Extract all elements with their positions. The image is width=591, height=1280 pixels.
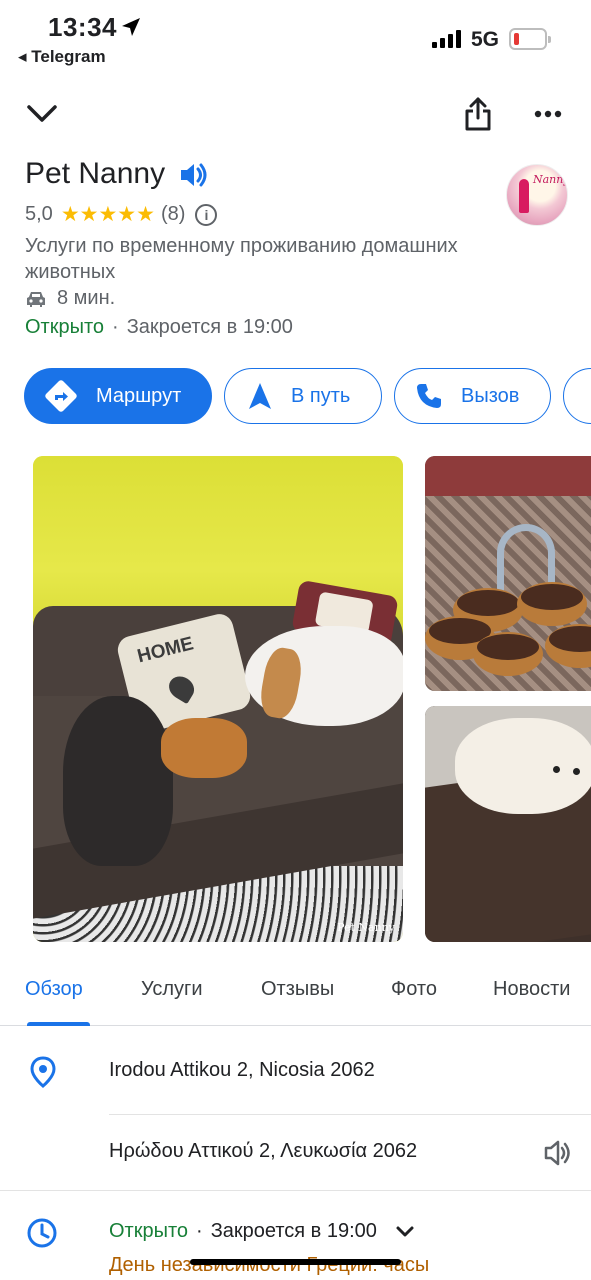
hours-summary[interactable]: Открыто · Закроется в 19:00	[25, 316, 293, 339]
home-indicator	[190, 1259, 401, 1265]
speaker-icon[interactable]	[543, 1139, 573, 1167]
dark-dog	[63, 696, 173, 866]
place-title: Pet Nanny	[25, 157, 166, 190]
review-count: (8)	[160, 203, 186, 225]
call-button[interactable]: Вызов	[394, 368, 551, 424]
directions-icon	[45, 380, 77, 412]
closing-time: Закроется в 19:00	[210, 1220, 377, 1242]
rating-row[interactable]: 5,0 ★★★★★ (8) i	[25, 202, 218, 227]
holiday-hours-notice: День независимости Греции: часы	[109, 1254, 430, 1276]
chevron-down-icon[interactable]	[395, 1225, 415, 1239]
address-greek[interactable]: Ηρώδου Αττικού 2, Λευκωσία 2062	[109, 1140, 417, 1163]
rating-value: 5,0	[25, 203, 53, 225]
drive-time-row: 8 мин.	[25, 287, 115, 310]
tab-photos[interactable]: Фото	[391, 978, 437, 1001]
battery-icon	[509, 28, 551, 50]
status-time: 13:34	[48, 12, 117, 42]
hours-detail-row[interactable]: Открыто · Закроется в 19:00	[109, 1220, 415, 1243]
cellular-signal-icon	[432, 30, 461, 48]
divider	[109, 1114, 591, 1115]
network-type: 5G	[471, 28, 500, 51]
tab-news[interactable]: Новости	[493, 978, 570, 1001]
more-actions-button[interactable]	[563, 368, 591, 424]
open-status: Открыто	[25, 316, 105, 338]
location-pin-icon	[30, 1056, 56, 1088]
navigation-arrow-icon	[249, 383, 271, 409]
route-label: Маршрут	[96, 384, 182, 407]
tab-overview[interactable]: Обзор	[25, 978, 83, 1001]
battery-level	[514, 33, 519, 45]
tab-services[interactable]: Услуги	[141, 978, 203, 1001]
more-horizontal-icon	[534, 110, 562, 118]
back-to-telegram-link[interactable]: ◂ Telegram	[18, 47, 106, 67]
info-icon[interactable]: i	[195, 203, 218, 226]
white-puppy	[455, 718, 591, 814]
photo-white-puppy[interactable]	[425, 706, 591, 942]
status-bar: 13:34 ◂ Telegram 5G	[0, 0, 591, 80]
photo-watermark: Pet Nanny	[337, 921, 395, 934]
address-latin[interactable]: Irodou Attikou 2, Nicosia 2062	[109, 1059, 375, 1082]
call-label: Вызов	[461, 384, 520, 407]
share-button[interactable]	[458, 92, 498, 136]
clock-icon	[27, 1218, 57, 1248]
active-tab-indicator	[27, 1022, 90, 1026]
tab-reviews[interactable]: Отзывы	[261, 978, 334, 1001]
photo-donuts[interactable]	[425, 456, 591, 691]
speaker-icon[interactable]	[178, 160, 210, 190]
drive-time: 8 мин.	[57, 287, 116, 309]
start-navigation-button[interactable]: В путь	[224, 368, 382, 424]
collapse-button[interactable]	[22, 94, 62, 134]
place-category: Услуги по временному проживанию домашних…	[25, 235, 458, 283]
star-rating-icon: ★★★★★	[60, 203, 155, 226]
chevron-down-icon	[27, 105, 57, 122]
action-buttons-row: Маршрут В путь Вызов	[24, 368, 591, 424]
route-button[interactable]: Маршрут	[24, 368, 212, 424]
place-logo-avatar[interactable]: Nanny	[506, 164, 568, 226]
photo-dogs-on-sofa[interactable]: HOME Pet Nanny	[33, 456, 403, 942]
divider	[0, 1190, 591, 1191]
phone-icon	[417, 384, 441, 408]
closing-time: Закроется в 19:00	[126, 316, 293, 338]
start-label: В путь	[291, 384, 351, 407]
share-icon	[465, 97, 491, 131]
open-status: Открыто	[109, 1220, 189, 1242]
more-options-button[interactable]	[528, 100, 568, 128]
location-arrow-icon	[122, 18, 140, 36]
car-icon	[27, 291, 45, 307]
plush-toy	[161, 718, 247, 778]
photo-gallery[interactable]: HOME Pet Nanny	[0, 456, 591, 942]
place-tabs: Обзор Услуги Отзывы Фото Новости	[0, 968, 591, 1026]
